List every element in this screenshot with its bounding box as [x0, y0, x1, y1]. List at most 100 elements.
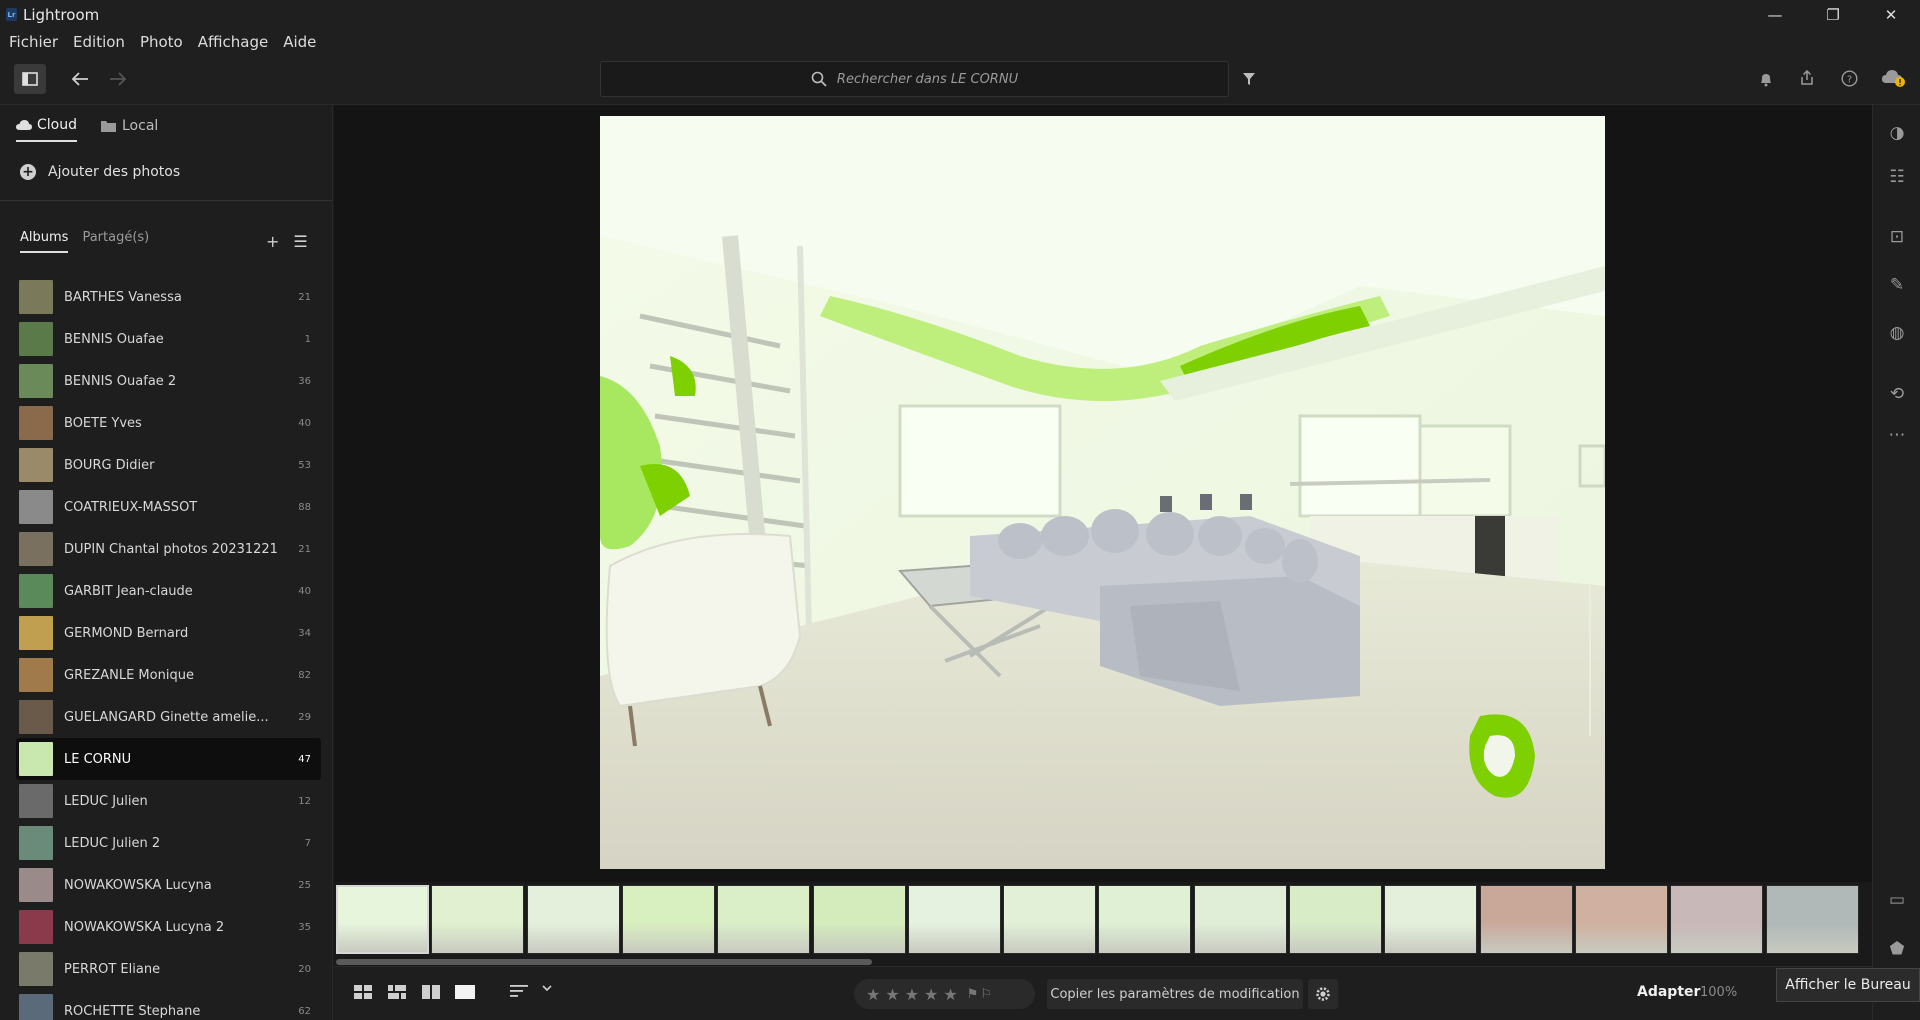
album-count: 40: [298, 585, 311, 597]
album-name: COATRIEUX-MASSOT: [64, 499, 198, 515]
square-grid-icon[interactable]: [354, 985, 372, 999]
filmstrip-thumbnail[interactable]: [1098, 885, 1192, 954]
presets-icon[interactable]: ◑: [1885, 121, 1909, 145]
menu-photo[interactable]: Photo: [140, 33, 183, 51]
new-album-icon[interactable]: +: [266, 232, 279, 251]
filmstrip-scrollbar[interactable]: [336, 959, 872, 965]
menu-fichier[interactable]: Fichier: [9, 33, 58, 51]
sort-icon[interactable]: ☰: [293, 232, 307, 251]
crop-icon[interactable]: ⊡: [1885, 225, 1909, 249]
album-thumbnail: [19, 616, 53, 650]
zoom-fit-label[interactable]: Adapter: [1637, 984, 1700, 1000]
cloud-sync-warning-icon[interactable]: [1880, 66, 1908, 90]
filmstrip-thumbnail[interactable]: [1765, 885, 1859, 954]
panel-toggle-icon[interactable]: [14, 64, 46, 94]
album-count: 12: [298, 795, 311, 807]
filmstrip-thumbnail[interactable]: [812, 885, 906, 954]
menu-edition[interactable]: Edition: [73, 33, 125, 51]
album-count: 88: [298, 501, 311, 513]
menu-affichage[interactable]: Affichage: [198, 33, 268, 51]
history-icon[interactable]: ⟲: [1885, 382, 1909, 406]
album-row[interactable]: NOWAKOWSKA Lucyna 25: [16, 864, 321, 906]
star-rating[interactable]: ★★★★★ ⚑⚐: [854, 979, 1035, 1009]
star-icons[interactable]: ★★★★★: [866, 985, 963, 1004]
album-row[interactable]: GERMOND Bernard 34: [16, 612, 321, 654]
filmstrip-thumbnail[interactable]: [907, 885, 1001, 954]
album-count: 35: [298, 921, 311, 933]
search-placeholder: Rechercher dans LE CORNU: [836, 71, 1019, 87]
album-name: DUPIN Chantal photos 20231221: [64, 541, 278, 557]
filmstrip-thumbnail[interactable]: [1384, 885, 1478, 954]
album-row[interactable]: LE CORNU 47: [16, 738, 321, 780]
close-icon[interactable]: ✕: [1862, 0, 1920, 29]
album-name: GERMOND Bernard: [64, 625, 189, 641]
filmstrip-thumbnail[interactable]: [621, 885, 715, 954]
album-count: 20: [298, 963, 311, 975]
album-row[interactable]: GARBIT Jean-claude 40: [16, 570, 321, 612]
filmstrip-thumbnail[interactable]: [717, 885, 811, 954]
search-input[interactable]: Rechercher dans LE CORNU: [600, 61, 1229, 97]
more-options-icon[interactable]: ⋯: [1885, 423, 1909, 447]
gear-icon[interactable]: [1308, 979, 1338, 1009]
filmstrip-thumbnail[interactable]: [1670, 885, 1764, 954]
album-thumbnail: [19, 280, 53, 314]
bell-icon[interactable]: [1755, 68, 1777, 90]
album-row[interactable]: LEDUC Julien 2 7: [16, 822, 321, 864]
detail-view-icon[interactable]: [455, 985, 475, 999]
copy-settings-button[interactable]: Copier les paramètres de modification: [1047, 979, 1303, 1009]
filmstrip-thumbnail[interactable]: [1574, 885, 1668, 954]
filmstrip-thumbnail[interactable]: [526, 885, 620, 954]
chevron-down-icon[interactable]: [542, 985, 552, 991]
zoom-level[interactable]: 100%: [1700, 985, 1737, 1000]
filmstrip-thumbnail[interactable]: [1193, 885, 1287, 954]
album-row[interactable]: COATRIEUX-MASSOT 88: [16, 486, 321, 528]
filmstrip-thumbnail[interactable]: [1003, 885, 1097, 954]
album-count: 25: [298, 879, 311, 891]
add-photos-button[interactable]: + Ajouter des photos: [20, 164, 180, 180]
filmstrip-thumbnail[interactable]: [336, 885, 429, 954]
back-arrow-icon[interactable]: [68, 67, 92, 91]
album-row[interactable]: NOWAKOWSKA Lucyna 2 35: [16, 906, 321, 948]
album-row[interactable]: GUELANGARD Ginette amelie... 29: [16, 696, 321, 738]
tab-albums[interactable]: Albums: [20, 230, 69, 253]
tag-icon[interactable]: ⬟: [1885, 937, 1909, 961]
album-row[interactable]: BARTHES Vanessa 21: [16, 276, 321, 318]
tab-cloud[interactable]: Cloud: [16, 117, 77, 142]
restore-icon[interactable]: ❐: [1804, 0, 1862, 29]
menu-aide[interactable]: Aide: [283, 33, 316, 51]
album-row[interactable]: BENNIS Ouafae 1: [16, 318, 321, 360]
minimize-icon[interactable]: —: [1746, 0, 1804, 29]
album-row[interactable]: LEDUC Julien 12: [16, 780, 321, 822]
album-row[interactable]: BOURG Didier 53: [16, 444, 321, 486]
album-row[interactable]: GREZANLE Monique 82: [16, 654, 321, 696]
album-row[interactable]: PERROT Eliane 20: [16, 948, 321, 990]
album-row[interactable]: BOETE Yves 40: [16, 402, 321, 444]
filter-icon[interactable]: [1238, 68, 1260, 90]
album-name: NOWAKOWSKA Lucyna: [64, 877, 212, 893]
photo-grid-icon[interactable]: [388, 985, 406, 999]
tab-local[interactable]: Local: [101, 117, 158, 142]
help-icon[interactable]: ?: [1838, 67, 1860, 89]
flag-icons[interactable]: ⚑⚐: [967, 987, 994, 1002]
filmstrip: [334, 882, 1872, 956]
main-photo[interactable]: [600, 116, 1605, 869]
tab-local-label: Local: [122, 118, 159, 134]
album-name: GREZANLE Monique: [64, 667, 194, 683]
album-row[interactable]: ROCHETTE Stephane 62: [16, 990, 321, 1020]
masking-icon[interactable]: ◍: [1885, 321, 1909, 345]
album-name: LE CORNU: [64, 751, 132, 767]
comments-icon[interactable]: ▭: [1885, 888, 1909, 912]
healing-icon[interactable]: ✎: [1885, 273, 1909, 297]
filmstrip-thumbnail[interactable]: [431, 885, 525, 954]
filmstrip-thumbnail[interactable]: [1479, 885, 1573, 954]
sort-order-icon[interactable]: [510, 985, 528, 997]
forward-arrow-icon[interactable]: [106, 67, 130, 91]
album-row[interactable]: BENNIS Ouafae 2 36: [16, 360, 321, 402]
compare-view-icon[interactable]: [422, 985, 440, 999]
album-thumbnail: [19, 448, 53, 482]
filmstrip-thumbnail[interactable]: [1289, 885, 1382, 954]
tab-shared[interactable]: Partagé(s): [82, 230, 149, 253]
share-icon[interactable]: [1796, 67, 1818, 89]
edit-sliders-icon[interactable]: ☷: [1885, 165, 1909, 189]
album-row[interactable]: DUPIN Chantal photos 20231221 21: [16, 528, 321, 570]
